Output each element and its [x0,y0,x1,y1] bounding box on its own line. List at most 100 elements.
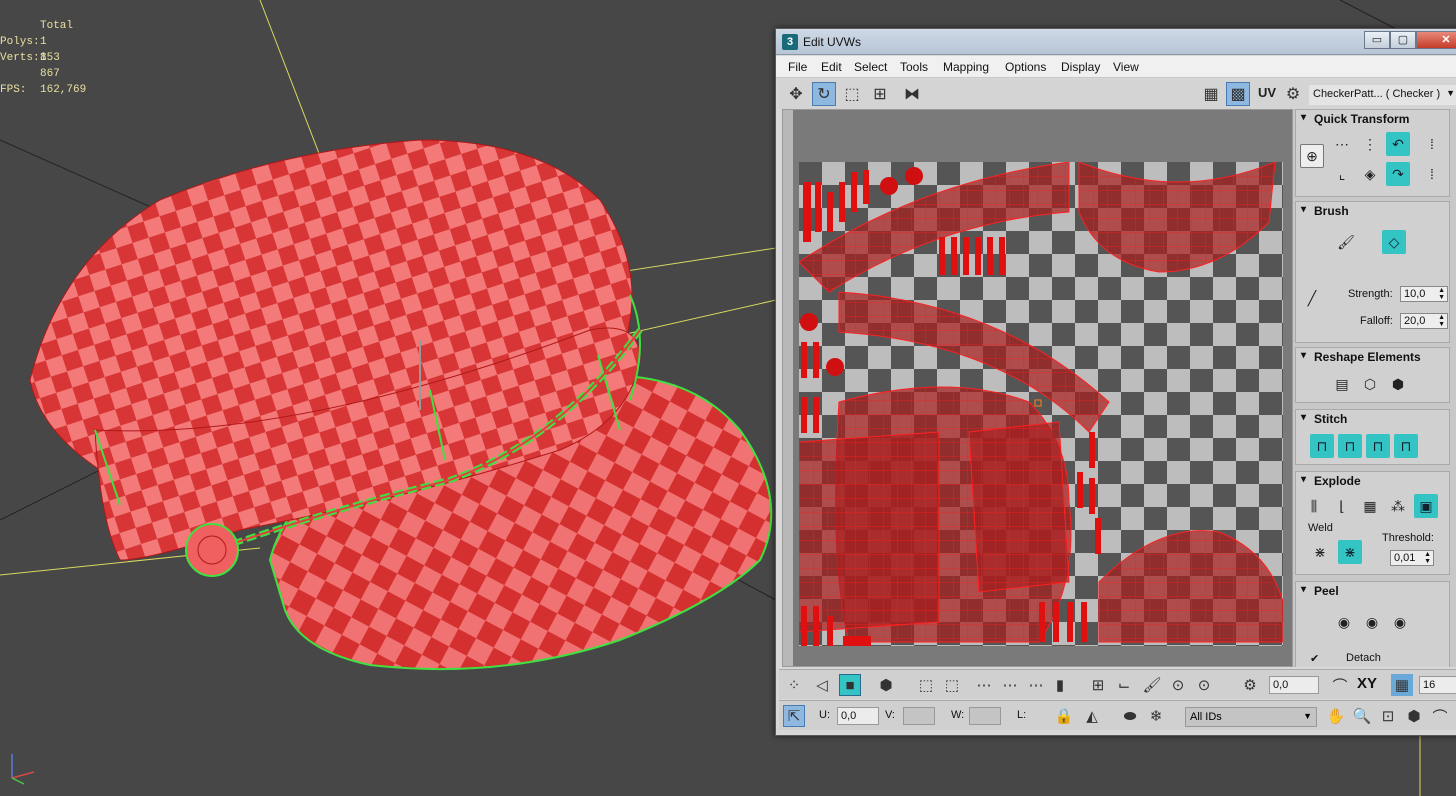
straighten-icon[interactable]: ▤ [1330,372,1354,396]
spinner-arrows-icon[interactable]: ▲ ▼ [1424,551,1431,565]
zoom-region-icon[interactable]: ⊡ [1377,705,1399,727]
freeze-icon[interactable]: ❄ [1145,705,1167,727]
reshape-elements-title[interactable]: Reshape Elements [1296,348,1449,364]
explode-by-id-icon[interactable]: ⁂ [1386,494,1410,518]
rect-select-icon[interactable]: ⬚ [915,674,937,696]
menu-display[interactable]: Display [1061,60,1100,74]
checker-toggle-icon[interactable]: ▦ [1199,82,1223,106]
close-button[interactable]: ✕ [1416,31,1456,49]
curve-icon[interactable]: ⌒ [1329,674,1351,696]
minimize-button[interactable]: ▭ [1364,31,1390,49]
relax-brush-icon[interactable]: ◇ [1382,230,1406,254]
menu-options[interactable]: Options [1005,60,1046,74]
grid-size-field[interactable]: 16 [1419,676,1456,694]
rotate-angle-field[interactable]: 0,0 [1269,676,1319,694]
peel-title[interactable]: Peel [1296,582,1449,598]
rotate-cw-icon[interactable]: ↷ [1386,162,1410,186]
menu-view[interactable]: View [1113,60,1139,74]
zoom-selected-icon[interactable]: ⌒ [1429,705,1451,727]
spacing-alt-icon[interactable]: ⁞ [1420,162,1444,186]
pivot-icon[interactable]: ⊕ [1300,144,1324,168]
zoom-extents-icon[interactable]: ⬢ [1403,705,1425,727]
grow-select-icon[interactable]: ⋯ [1025,674,1047,696]
element-mode-icon[interactable]: ⬢ [875,674,897,696]
shrink-select-icon[interactable]: ▮ [1049,674,1071,696]
edge-mode-icon[interactable]: ◁ [811,674,833,696]
lock-icon[interactable]: 🔒 [1053,705,1075,727]
uv-checker-map[interactable] [799,162,1283,646]
weld-selected-icon[interactable]: ⋇ [1308,540,1332,564]
scale-tool-icon[interactable]: ⬚ [840,82,864,106]
add-select-icon[interactable]: ⊞ [1087,674,1109,696]
align-horizontal-icon[interactable]: ⋯ [1330,132,1354,156]
align-vertical-icon[interactable]: ⋮ [1358,132,1382,156]
edge-ring-icon[interactable]: ⋯ [999,674,1021,696]
peel-reset-icon[interactable]: ◉ [1388,610,1412,634]
paint-select-icon[interactable]: ⬚ [941,674,963,696]
detach-checkbox[interactable]: ✔ [1310,652,1319,665]
freeform-tool-icon[interactable]: ⊞ [868,82,892,106]
face-mode-icon[interactable]: ■ [839,674,861,696]
uv-editor-canvas[interactable] [782,109,1293,667]
edit-uvws-window[interactable]: 3 Edit UVWs ▭ ▢ ✕ File Edit Select Tools… [775,28,1456,736]
weld-target-icon[interactable]: ⋇ [1338,540,1362,564]
window-titlebar[interactable]: 3 Edit UVWs ▭ ▢ ✕ [776,29,1456,55]
show-map-icon[interactable]: ▩ [1226,82,1250,106]
break-icon[interactable]: ⫼ [1302,494,1326,518]
menu-file[interactable]: File [788,60,807,74]
paint-brush-icon[interactable]: 🖌 [1334,230,1358,254]
stitch-target-icon[interactable]: ⊓ [1394,434,1418,458]
maximize-button[interactable]: ▢ [1390,31,1416,49]
stitch-average-icon[interactable]: ⊓ [1366,434,1390,458]
menu-tools[interactable]: Tools [900,60,928,74]
rotate-ccw-icon[interactable]: ↶ [1386,132,1410,156]
align-corner-icon[interactable]: ⌞ [1330,162,1354,186]
spinner-arrows-icon[interactable]: ▲ ▼ [1438,287,1445,301]
align-center-icon[interactable]: ◈ [1358,162,1382,186]
threshold-spinner[interactable]: 0,01 ▲ ▼ [1390,550,1434,566]
u-field[interactable]: 0,0 [837,707,879,725]
v-field[interactable] [903,707,935,725]
xy-label[interactable]: XY [1357,675,1377,692]
spacing-icon[interactable]: ⁞ [1420,132,1444,156]
texture-dropdown[interactable]: CheckerPatt... ( Checker ) ▼ [1309,85,1456,105]
mirror-tool-icon[interactable]: ⧓ [900,82,924,106]
peel-mode-icon[interactable]: ◉ [1360,610,1384,634]
menu-select[interactable]: Select [854,60,887,74]
rotate-tool-icon[interactable]: ↻ [812,82,836,106]
detach-edge-icon[interactable]: ⌊ [1330,494,1354,518]
rotate-angle-icon[interactable]: ⚙ [1239,674,1261,696]
menu-mapping[interactable]: Mapping [943,60,989,74]
pan-icon[interactable]: ✋ [1325,705,1347,727]
edge-loop-icon[interactable]: ⋯ [973,674,995,696]
quick-peel-icon[interactable]: ◉ [1332,610,1356,634]
hide-icon[interactable]: ◭ [1081,705,1103,727]
move-tool-icon[interactable]: ✥ [784,82,808,106]
flatten-icon[interactable]: ▦ [1358,494,1382,518]
zoom-icon[interactable]: 🔍 [1351,705,1373,727]
soft-select-icon[interactable]: ⊙ [1167,674,1189,696]
soft-select-alt-icon[interactable]: ⊙ [1193,674,1215,696]
absolute-mode-icon[interactable]: ⇱ [783,705,805,727]
explode-title[interactable]: Explode [1296,472,1449,488]
relax-icon[interactable]: ⬡ [1358,372,1382,396]
quick-transform-title[interactable]: Quick Transform [1296,110,1449,126]
strength-spinner[interactable]: 10,0 ▲ ▼ [1400,286,1448,302]
stitch-custom-icon[interactable]: ⊓ [1310,434,1334,458]
relax-settings-icon[interactable]: ⬢ [1386,372,1410,396]
stitch-source-icon[interactable]: ⊓ [1338,434,1362,458]
material-id-dropdown[interactable]: All IDs ▼ [1185,707,1317,727]
falloff-curve-icon[interactable]: ╱ [1300,286,1324,310]
w-field[interactable] [969,707,1001,725]
stitch-title[interactable]: Stitch [1296,410,1449,426]
explode-to-islands-icon[interactable]: ▣ [1414,494,1438,518]
subtract-select-icon[interactable]: ⌙ [1113,674,1135,696]
brush-title[interactable]: Brush [1296,202,1449,218]
map-settings-icon[interactable]: ⚙ [1281,82,1305,106]
falloff-spinner[interactable]: 20,0 ▲ ▼ [1400,313,1448,329]
grid-snap-icon[interactable]: ▦ [1391,674,1413,696]
brush-select-icon[interactable]: 🖌 [1141,674,1163,696]
uv-space-label[interactable]: UV [1258,85,1276,100]
vertex-mode-icon[interactable]: ⁘ [783,674,805,696]
spinner-arrows-icon[interactable]: ▲ ▼ [1438,314,1445,328]
